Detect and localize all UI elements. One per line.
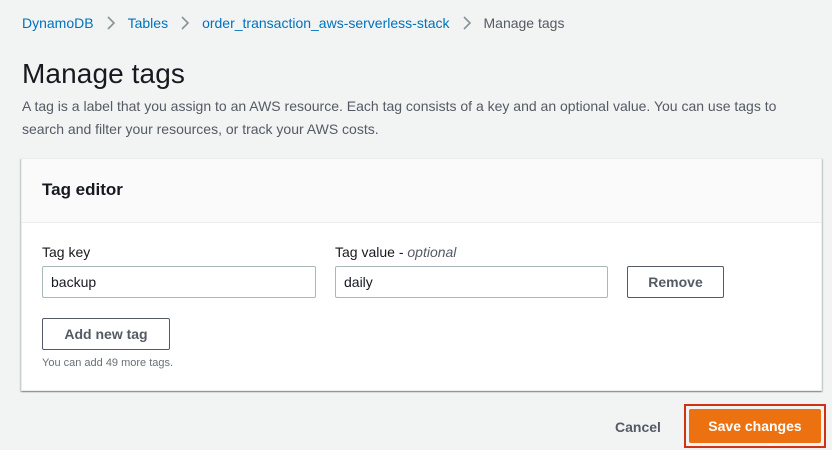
page-description: A tag is a label that you assign to an A… (22, 98, 777, 137)
chevron-right-icon (94, 16, 128, 30)
breadcrumb: DynamoDB Tables order_transaction_aws-se… (22, 13, 564, 33)
save-changes-button[interactable]: Save changes (689, 409, 821, 443)
page-title: Manage tags (22, 58, 185, 89)
add-new-tag-button[interactable]: Add new tag (42, 318, 170, 350)
tag-key-input[interactable] (42, 266, 316, 298)
tag-editor-panel: Tag editor Tag key Tag value - optional … (21, 158, 822, 391)
chevron-right-icon (450, 16, 484, 30)
breadcrumb-table-link[interactable]: order_transaction_aws-serverless-stack (202, 15, 449, 31)
cancel-button[interactable]: Cancel (603, 411, 673, 443)
breadcrumb-current: Manage tags (483, 15, 565, 31)
remove-tag-button[interactable]: Remove (627, 266, 724, 298)
chevron-right-icon (168, 16, 202, 30)
panel-title: Tag editor (42, 180, 123, 199)
tag-value-label: Tag value - optional (335, 244, 457, 260)
tag-value-input[interactable] (335, 266, 608, 298)
tags-remaining-hint: You can add 49 more tags. (42, 357, 174, 369)
save-highlight: Save changes (684, 404, 826, 448)
breadcrumb-tables-link[interactable]: Tables (128, 15, 168, 31)
panel-header: Tag editor (22, 159, 821, 223)
tag-key-label: Tag key (42, 244, 91, 260)
breadcrumb-dynamodb-link[interactable]: DynamoDB (22, 15, 94, 31)
